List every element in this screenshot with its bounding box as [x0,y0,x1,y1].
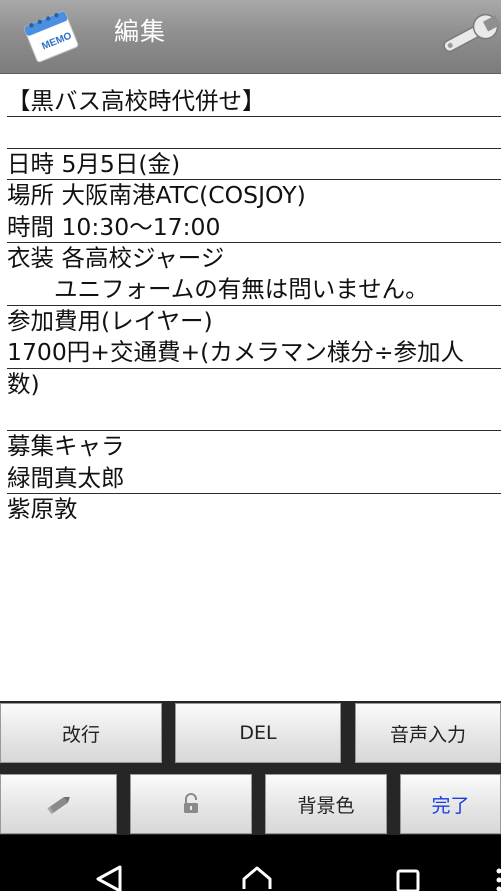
memo-line [7,400,501,432]
memo-line: 場所 大阪南港ATC(COSJOY) [7,181,306,210]
home-icon[interactable] [240,863,274,891]
memo-line: 日時 5月5日(金) [7,149,501,181]
memo-line [7,117,501,149]
lock-icon [184,793,198,813]
back-triangle-icon[interactable] [92,863,126,891]
memo-line: 衣装 各高校ジャージ [7,243,225,272]
memo-text-area[interactable]: 【黒バス高校時代併せ】 日時 5月5日(金) 場所 大阪南港ATC(COSJOY… [0,74,501,701]
memo-line: 紫原敦 [7,495,78,524]
delete-button[interactable]: DEL [175,703,341,763]
pen-button[interactable] [0,774,117,834]
memo-line: 時間 10:30〜17:00 [7,212,501,243]
memo-icon[interactable]: MEMO [18,6,84,68]
memo-line: 参加費用(レイヤー) [7,306,213,335]
background-color-button[interactable]: 背景色 [265,774,387,834]
memo-line: 1700円+交通費+(カメラマン様分÷参加人 [7,337,501,369]
voice-input-button[interactable]: 音声入力 [355,703,501,763]
pencil-icon [46,796,70,815]
more-dots-icon[interactable] [492,867,501,891]
memo-line: 募集キャラ [7,432,125,461]
memo-line: 【黒バス高校時代併せ】 [7,86,501,118]
memo-line: 緑間真太郎 [7,463,501,495]
memo-line: 数) [7,369,40,398]
wrench-icon[interactable] [436,6,501,64]
recents-square-icon[interactable] [394,867,422,891]
page-title: 編集 [114,17,167,46]
done-button[interactable]: 完了 [400,774,501,834]
title-bar: MEMO 編集 [0,0,501,74]
memo-line: ユニフォームの有無は問いません。 [7,274,501,306]
newline-button[interactable]: 改行 [0,703,162,763]
lock-button[interactable] [130,774,252,834]
toolbar: 改行 DEL 音声入力 背景色 完了 [0,701,501,835]
navigation-bar [0,835,501,891]
